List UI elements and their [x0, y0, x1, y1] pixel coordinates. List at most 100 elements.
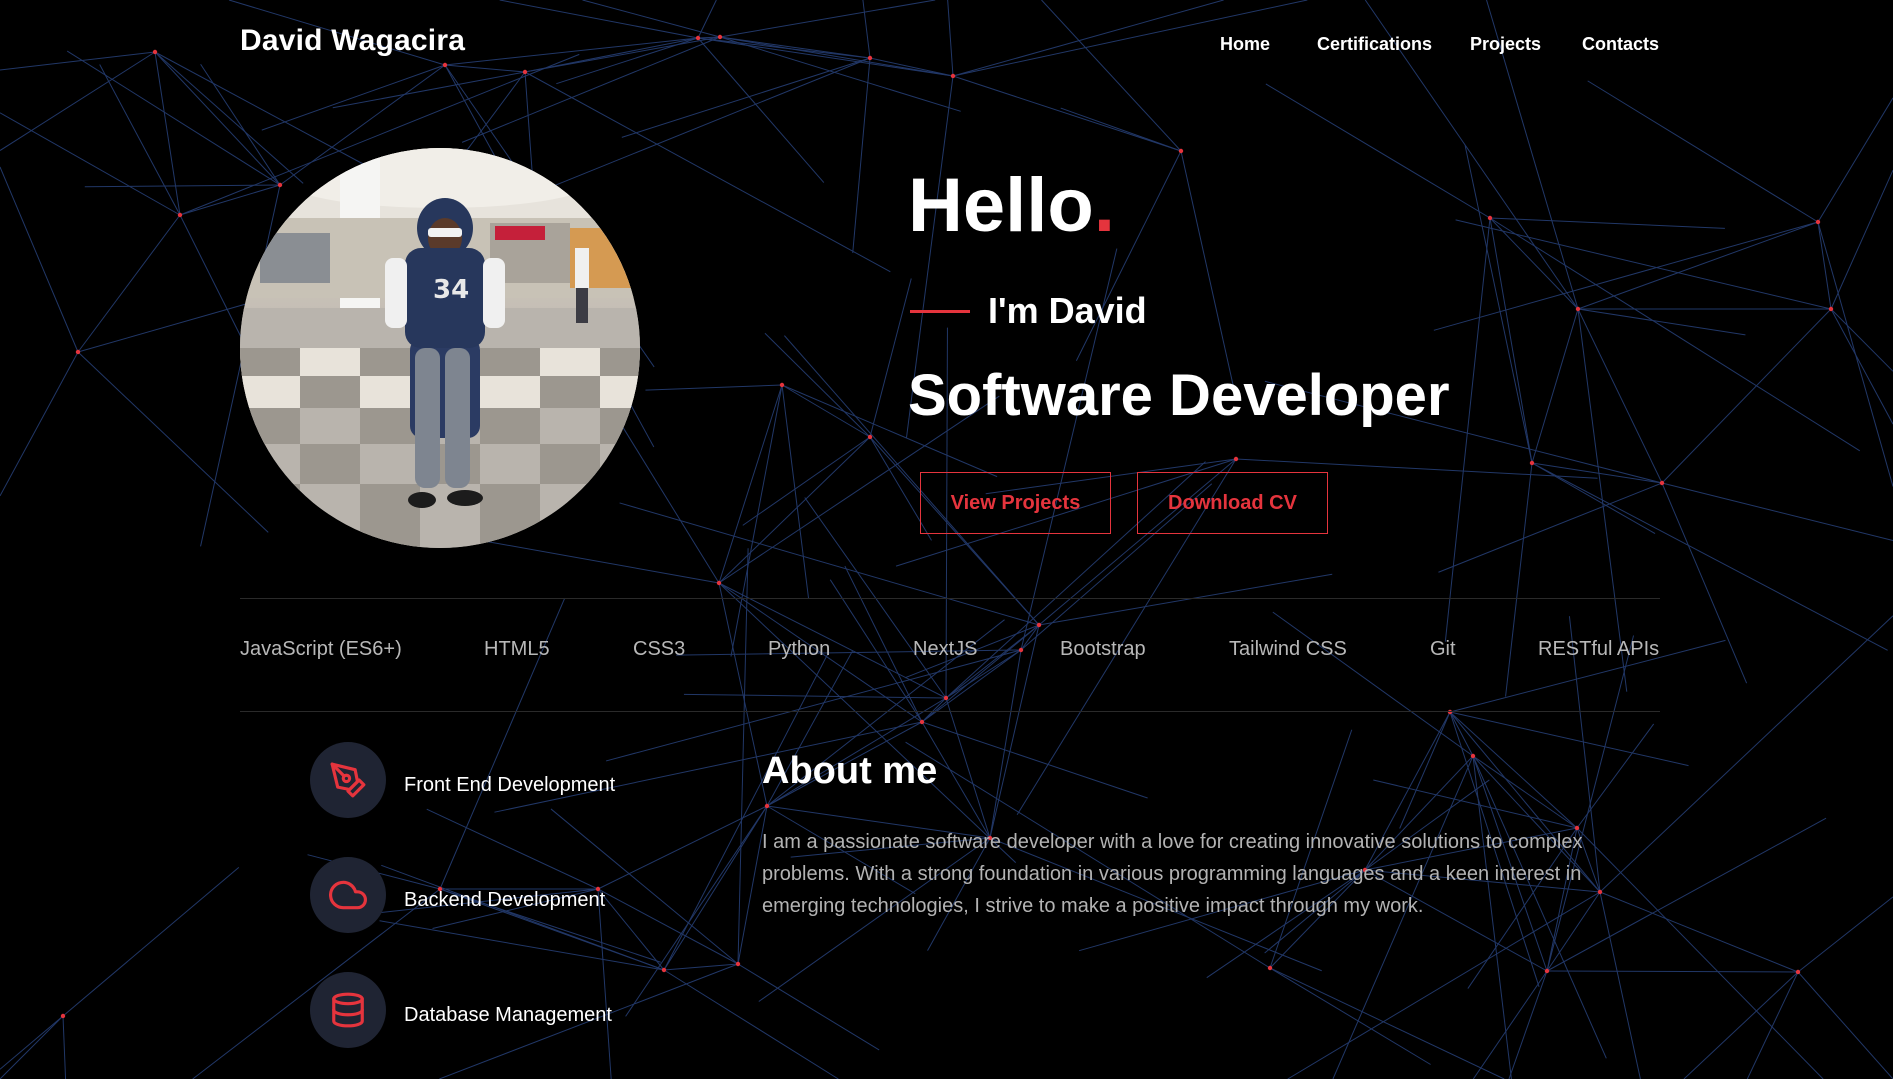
network-line [62, 866, 240, 1017]
intro-accent-line [910, 310, 970, 313]
network-line [625, 805, 768, 1017]
network-line [1433, 221, 1819, 331]
network-line [1269, 967, 1431, 1065]
network-line [444, 64, 526, 73]
skill-item: HTML5 [484, 638, 550, 660]
network-line [697, 37, 954, 77]
network-line [1449, 711, 1689, 767]
network-node [779, 382, 785, 388]
network-node [764, 803, 770, 809]
nav-home-link[interactable]: Home [1220, 34, 1270, 55]
network-node [152, 49, 158, 55]
network-line [1576, 827, 1824, 1079]
network-line [0, 1015, 64, 1079]
network-line [719, 36, 961, 112]
network-line [1531, 462, 1888, 651]
network-line [1577, 221, 1819, 310]
network-node [1233, 456, 1239, 462]
network-line [0, 166, 79, 353]
network-line [444, 37, 699, 66]
download-cv-button[interactable]: Download CV [1137, 472, 1328, 534]
network-line [77, 214, 181, 353]
network-line [499, 0, 699, 39]
service-label: Backend Development [404, 889, 606, 911]
network-node [1659, 480, 1665, 486]
network-line [261, 64, 446, 131]
network-line [154, 51, 304, 184]
about-title: About me [762, 750, 938, 792]
network-line [509, 57, 871, 205]
network-node [1267, 965, 1273, 971]
network-node [661, 967, 667, 973]
network-node [943, 695, 949, 701]
network-line [1444, 217, 1491, 642]
network-line [645, 384, 783, 391]
nav-contacts-link[interactable]: Contacts [1582, 34, 1659, 55]
network-node [1487, 215, 1493, 221]
network-line [1508, 970, 1548, 1079]
network-line [1531, 462, 1656, 535]
service-label: Front End Development [404, 774, 616, 796]
nav-certifications-link[interactable]: Certifications [1317, 34, 1432, 55]
network-line [1472, 970, 1548, 1079]
network-line [1587, 80, 1819, 223]
hero-greeting-dot: . [1093, 163, 1115, 248]
database-icon [310, 972, 386, 1048]
network-line [989, 624, 1040, 839]
network-node [717, 34, 723, 40]
network-node [695, 35, 701, 41]
about-body: I am a passionate software developer wit… [762, 831, 1583, 917]
network-line [719, 0, 936, 38]
network-line [467, 537, 720, 584]
network-line [742, 436, 871, 526]
network-line [1399, 711, 1451, 829]
network-line [862, 0, 871, 59]
network-line [1373, 779, 1578, 829]
view-projects-button[interactable]: View Projects [920, 472, 1111, 534]
network-node [1036, 622, 1042, 628]
network-line [550, 808, 739, 965]
nav-projects-link[interactable]: Projects [1470, 34, 1541, 55]
pen-tool-icon [310, 742, 386, 818]
network-line [605, 649, 1022, 762]
site-logo[interactable]: David Wagacira [240, 24, 465, 58]
portfolio-page: David Wagacira Home Certifications Proje… [0, 0, 1893, 1079]
network-line [0, 351, 79, 497]
network-line [0, 1015, 64, 1070]
network-line [1489, 217, 1861, 452]
network-line [1599, 891, 1799, 973]
network-node [950, 73, 956, 79]
network-node [1529, 460, 1535, 466]
network-line [1272, 611, 1474, 757]
network-node [919, 719, 925, 725]
network-line [718, 582, 947, 699]
skills-divider-bottom [240, 711, 1660, 712]
network-node [735, 961, 741, 967]
network-node [177, 212, 183, 218]
network-node [716, 580, 722, 586]
network-node [1018, 647, 1024, 653]
network-node [75, 349, 81, 355]
hero-greeting-text: Hello [908, 163, 1094, 248]
skill-item: Python [768, 638, 831, 660]
network-node [867, 55, 873, 61]
network-line [1060, 107, 1182, 152]
network-line [1438, 482, 1663, 573]
network-line [1599, 891, 1641, 1079]
skill-item: RESTful APIs [1538, 638, 1660, 660]
network-node [1575, 306, 1581, 312]
profile-photo: 34 [240, 148, 640, 548]
network-line [719, 36, 871, 59]
network-node [277, 182, 283, 188]
network-node [1544, 968, 1550, 974]
skill-item: CSS3 [633, 638, 686, 660]
network-node [1815, 219, 1821, 225]
skill-item: JavaScript (ES6+) [240, 638, 402, 660]
network-line [663, 969, 839, 1079]
network-line [947, 0, 954, 77]
network-line [379, 920, 665, 971]
network-line [1830, 169, 1893, 310]
network-line [1455, 219, 1832, 310]
network-line [952, 0, 1224, 77]
network-line [426, 808, 599, 890]
